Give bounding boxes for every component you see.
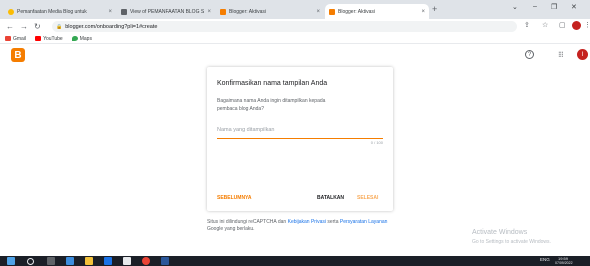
- windows-start-icon[interactable]: [7, 257, 15, 265]
- close-tab-icon[interactable]: ×: [316, 9, 320, 15]
- sidepanel-icon[interactable]: ▢: [559, 21, 566, 29]
- task-view-icon[interactable]: [47, 257, 55, 265]
- gmail-icon: [5, 36, 11, 41]
- edge-icon[interactable]: [66, 257, 74, 265]
- bookmark-star-icon[interactable]: ☆: [542, 21, 548, 29]
- mail-icon[interactable]: [123, 257, 131, 265]
- clock-date[interactable]: 07/09/2022: [555, 261, 573, 265]
- tab-view-of-pemanfaatan[interactable]: View of PEMANFAATAN BLOG S ×: [117, 4, 215, 19]
- address-bar[interactable]: 🔒 blogger.com/onboarding?pli=1#create: [52, 21, 517, 32]
- recaptcha-text: Google yang berlaku.: [207, 226, 255, 232]
- bookmark-maps[interactable]: Maps: [71, 35, 92, 42]
- maps-pin-icon: [71, 36, 78, 41]
- account-avatar[interactable]: I: [577, 49, 588, 60]
- recaptcha-text: serta: [327, 219, 339, 225]
- activate-windows-title: Activate Windows: [472, 229, 528, 236]
- activate-windows-hint: Go to Settings to activate Windows.: [472, 239, 551, 245]
- close-tab-icon[interactable]: ×: [421, 9, 425, 15]
- help-icon[interactable]: ?: [525, 50, 534, 59]
- menu-kebab-icon[interactable]: ⋮: [584, 21, 590, 29]
- cancel-button[interactable]: BATALKAN: [317, 195, 344, 201]
- blogger-favicon-icon: [220, 8, 226, 15]
- tab-label: Blogger: Aktivasi: [338, 8, 375, 15]
- pdf-favicon-icon: [121, 8, 127, 15]
- bookmark-label: Gmail: [13, 35, 27, 42]
- profile-avatar-icon[interactable]: [572, 21, 581, 30]
- bookmark-label: YouTube: [43, 35, 63, 42]
- back-arrow-icon[interactable]: ←: [6, 22, 14, 31]
- google-apps-grid-icon[interactable]: ⁝⁝⁝: [558, 50, 564, 59]
- finish-button[interactable]: SELESAI: [357, 195, 378, 201]
- bookmark-youtube[interactable]: YouTube: [35, 36, 63, 42]
- tab-label: View of PEMANFAATAN BLOG S: [130, 8, 205, 15]
- bookmark-label: Maps: [79, 35, 92, 42]
- new-tab-plus-icon[interactable]: +: [432, 4, 437, 14]
- recaptcha-notice: Situs ini dilindungi reCAPTCHA dan Kebij…: [207, 219, 397, 233]
- blogger-app-bar: [0, 44, 590, 68]
- dialog-subtitle: Bagaimana nama Anda ingin ditampilkan ke…: [217, 98, 326, 112]
- close-tab-icon[interactable]: ×: [108, 9, 112, 15]
- tab-blogger-aktivasi-1[interactable]: Blogger: Aktivasi ×: [216, 4, 324, 19]
- youtube-icon: [35, 36, 42, 41]
- tab-label: Blogger: Aktivasi: [229, 8, 266, 15]
- bookmarks-bar: Gmail YouTube Maps: [0, 34, 590, 44]
- terms-of-service-link[interactable]: Persyaratan Layanan: [340, 219, 388, 225]
- reload-icon[interactable]: ↻: [34, 22, 41, 31]
- chrome-icon[interactable]: [142, 257, 150, 265]
- language-indicator[interactable]: ENG: [540, 257, 550, 262]
- display-name-input[interactable]: Nama yang ditampilkan: [217, 127, 383, 139]
- recaptcha-text: Situs ini dilindungi reCAPTCHA dan: [207, 219, 287, 225]
- minimize-icon[interactable]: –: [533, 3, 537, 10]
- search-icon[interactable]: [27, 258, 34, 265]
- previous-button[interactable]: SEBELUMNYA: [217, 195, 252, 201]
- share-icon[interactable]: ⇪: [524, 21, 530, 29]
- tab-search-chevron-icon[interactable]: ⌄: [512, 3, 518, 11]
- bookmark-gmail[interactable]: Gmail: [5, 36, 26, 42]
- smile-favicon-icon: [8, 8, 14, 15]
- close-window-icon[interactable]: ✕: [571, 3, 577, 11]
- display-name-dialog: Konfirmasikan nama tampilan Anda Bagaima…: [207, 67, 393, 211]
- url-text: blogger.com/onboarding?pli=1#create: [65, 23, 158, 30]
- store-icon[interactable]: [104, 257, 112, 265]
- restore-icon[interactable]: ❐: [551, 3, 557, 11]
- character-counter: 0 / 100: [370, 140, 383, 145]
- file-explorer-icon[interactable]: [85, 257, 93, 265]
- dialog-title: Konfirmasikan nama tampilan Anda: [217, 80, 328, 87]
- word-icon[interactable]: [161, 257, 169, 265]
- close-tab-icon[interactable]: ×: [207, 9, 211, 15]
- tab-blogger-aktivasi-active[interactable]: Blogger: Aktivasi ×: [325, 4, 429, 19]
- blogger-favicon-icon: [329, 8, 335, 15]
- blogger-logo[interactable]: B: [11, 48, 25, 62]
- privacy-policy-link[interactable]: Kebijakan Privasi: [288, 219, 326, 225]
- tab-label: Pemanfaatan Media Blog untuk: [17, 8, 87, 15]
- forward-arrow-icon[interactable]: →: [20, 22, 28, 31]
- tab-pemanfaatan[interactable]: Pemanfaatan Media Blog untuk ×: [4, 4, 116, 19]
- lock-icon: 🔒: [56, 23, 63, 30]
